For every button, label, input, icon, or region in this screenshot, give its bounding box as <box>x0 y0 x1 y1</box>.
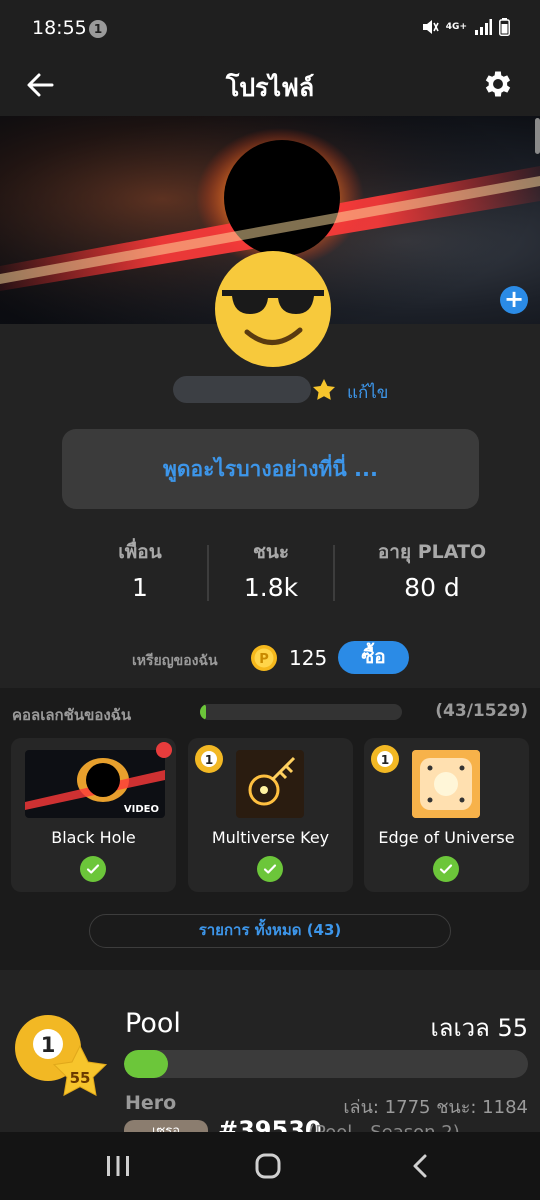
stat-label: ชนะ <box>252 541 290 563</box>
card-name: Edge of Universe <box>378 828 515 847</box>
collection-progress-fill <box>200 704 206 720</box>
username-redacted <box>173 376 311 403</box>
star-icon <box>313 379 335 400</box>
pool-ball-level-icon: 1 <box>371 745 399 773</box>
divider <box>333 545 335 601</box>
profile-stats: เพื่อน 1 ชนะ 1.8k อายุ PLATO 80 d <box>0 537 540 607</box>
banner-scrollbar <box>535 118 540 154</box>
edit-profile-link[interactable]: แก้ไข <box>347 379 388 406</box>
app-bar: โปรไฟล์ <box>0 56 540 116</box>
edge-of-universe-image <box>412 750 480 818</box>
check-icon <box>80 856 106 882</box>
home-button[interactable] <box>238 1146 298 1186</box>
game-title: Pool <box>125 1008 181 1039</box>
card-level: 1 <box>205 753 213 767</box>
stat-wins: ชนะ 1.8k <box>221 537 321 602</box>
back-nav-button[interactable] <box>390 1146 450 1186</box>
stat-plato-age: อายุ PLATO 80 d <box>352 537 512 602</box>
check-icon <box>257 856 283 882</box>
stat-value: 1.8k <box>243 573 299 602</box>
notification-badge: 1 <box>89 20 107 38</box>
recent-apps-button[interactable] <box>88 1146 148 1186</box>
rank-title: Hero <box>125 1092 177 1114</box>
mute-icon <box>422 20 439 34</box>
all-items-button[interactable]: รายการ ทั้งหมด (43) <box>89 914 451 948</box>
recent-apps-icon <box>107 1156 129 1176</box>
black-hole-thumbnail: VIDEO <box>25 750 165 818</box>
new-indicator-dot <box>156 742 172 758</box>
multiverse-key-image <box>248 756 296 806</box>
card-name: Black Hole <box>51 828 136 847</box>
edge-of-universe-thumbnail <box>412 750 480 818</box>
collection-card-black-hole[interactable]: VIDEO Black Hole <box>11 738 176 892</box>
status-bar: 18:55 1 4G+ <box>0 0 540 56</box>
add-banner-button[interactable]: + <box>500 286 528 314</box>
multiverse-key-thumbnail <box>236 750 304 818</box>
status-message-box[interactable]: พูดอะไรบางอย่างที่นี่ ... <box>62 429 479 509</box>
stat-value: 1 <box>132 573 148 602</box>
settings-button[interactable] <box>476 62 520 106</box>
svg-text:P: P <box>259 652 269 667</box>
signal-icon <box>475 19 492 35</box>
gear-icon <box>485 71 511 97</box>
card-name: Multiverse Key <box>211 828 330 847</box>
page-title: โปรไฟล์ <box>225 73 315 102</box>
system-nav-bar <box>0 1132 540 1200</box>
status-icons: 4G+ <box>421 18 510 36</box>
coins-label: เหรียญของฉัน <box>132 653 218 669</box>
collection-count: (43/1529) <box>435 701 528 721</box>
divider <box>207 545 209 601</box>
coins-value: 125 <box>289 646 328 670</box>
card-level: 1 <box>381 753 389 767</box>
video-tag: VIDEO <box>123 804 159 815</box>
level-badge-number: 55 <box>70 1069 91 1087</box>
stat-value: 80 d <box>404 573 460 602</box>
buy-coins-button[interactable]: ซื้อ <box>338 641 409 674</box>
stat-label: อายุ PLATO <box>377 541 487 563</box>
collection-section: คอลเลกชันของฉัน (43/1529) VIDEO Black Ho… <box>0 688 540 970</box>
game-stats-section[interactable]: 1 55 Pool เลเวล 55 Hero เล่น: 1775 ชนะ: … <box>0 970 540 1144</box>
coins-row: เหรียญของฉัน P 125 ซื้อ <box>0 640 540 676</box>
status-time: 18:55 <box>32 17 87 39</box>
stat-label: เพื่อน <box>118 541 162 563</box>
xp-progress-bar <box>124 1050 528 1078</box>
collection-card-edge-of-universe[interactable]: 1 Edge of Universe <box>364 738 529 892</box>
check-icon <box>433 856 459 882</box>
collection-progress-bar <box>200 704 402 720</box>
pool-ball-icon: 1 55 <box>15 1015 108 1097</box>
game-play-stats: เล่น: 1775 ชนะ: 1184 <box>343 1097 528 1118</box>
avatar[interactable] <box>214 250 332 368</box>
home-icon <box>255 1153 281 1179</box>
stat-friends[interactable]: เพื่อน 1 <box>90 537 190 602</box>
battery-icon <box>499 18 510 36</box>
game-level: เลเวล 55 <box>430 1014 528 1042</box>
collection-title: คอลเลกชันของฉัน <box>12 706 132 724</box>
network-type-icon: 4G+ <box>445 21 467 32</box>
chevron-left-icon <box>413 1154 427 1178</box>
pool-ball-number: 1 <box>41 1033 56 1057</box>
pool-ball-level-icon: 1 <box>195 745 223 773</box>
collection-card-multiverse-key[interactable]: 1 Multiverse Key <box>188 738 353 892</box>
coin-icon: P <box>251 645 277 671</box>
xp-progress-fill <box>124 1050 169 1078</box>
